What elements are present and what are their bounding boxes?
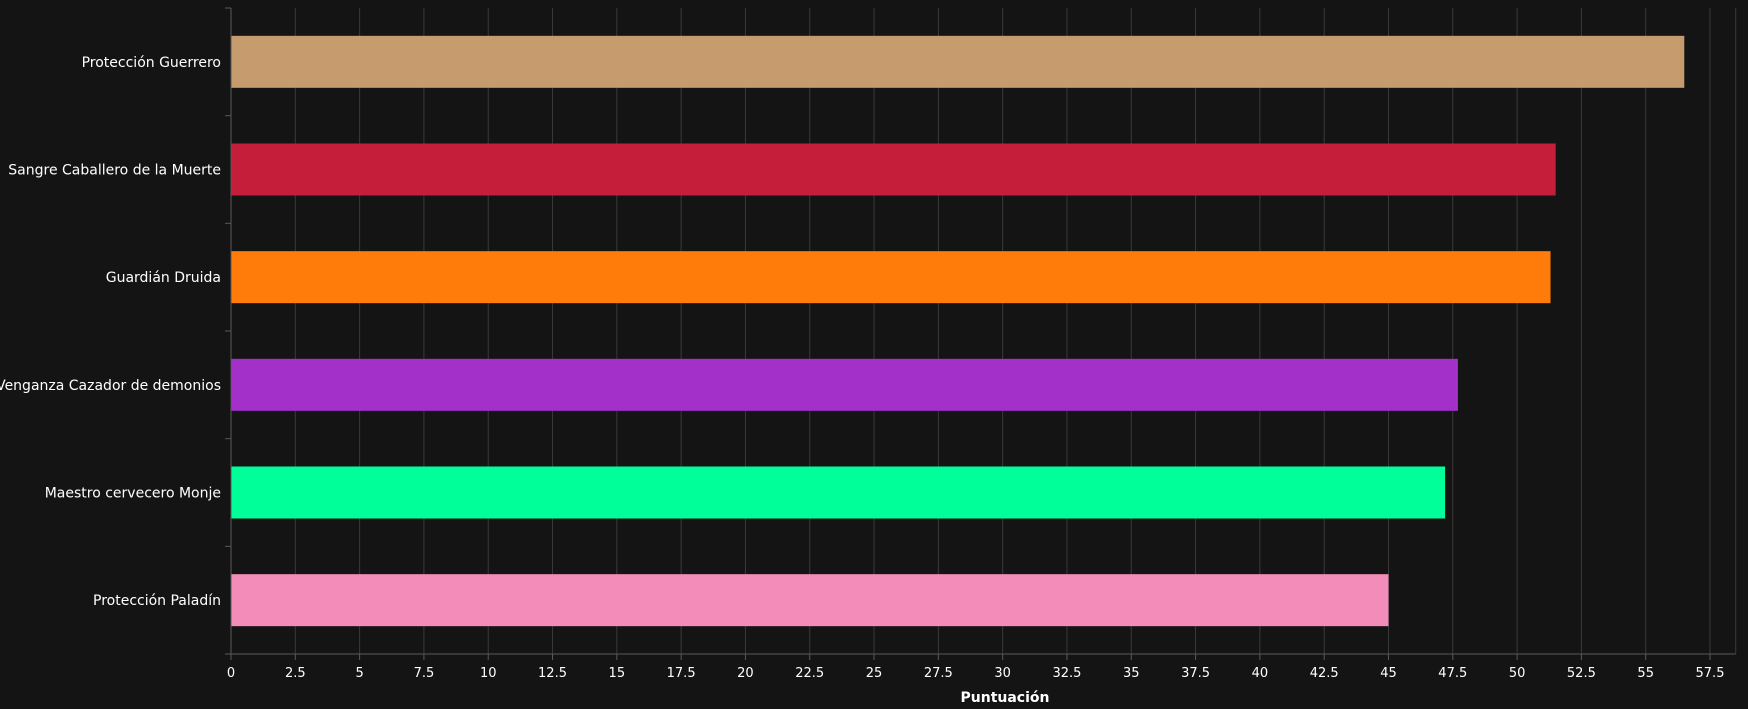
category-label: Protección Guerrero: [82, 55, 221, 71]
category-label: Maestro cervecero Monje: [45, 486, 221, 502]
x-tick-label: 35: [1123, 666, 1140, 681]
x-tick-label: 17.5: [667, 666, 696, 681]
grid-lines: [294, 8, 1737, 654]
bar[interactable]: [231, 574, 1389, 627]
x-tick-label: 0: [227, 666, 235, 681]
axes: [225, 7, 1736, 660]
category-labels: Protección Guerrero Sangre Caballero de l…: [0, 55, 221, 609]
bar-chart: Protección Guerrero Sangre Caballero de l…: [0, 7, 1737, 706]
x-tick-label: 47.5: [1438, 666, 1467, 681]
x-tick-label: 45: [1380, 666, 1397, 681]
bar[interactable]: [231, 143, 1556, 196]
chart-container: Protección Guerrero Sangre Caballero de l…: [0, 0, 1748, 709]
x-tick-label: 40: [1252, 666, 1269, 681]
category-label: Sangre Caballero de la Muerte: [8, 163, 221, 179]
x-tick-label: 27.5: [924, 666, 953, 681]
x-tick-label: 5: [355, 666, 363, 681]
x-tick-label: 2.5: [285, 666, 306, 681]
x-tick-labels: 0 2.5 5 7.5 10 12.5 15 17.5 20 22.5 25 27.5 30 32.5 35…: [227, 666, 1725, 681]
category-label: Venganza Cazador de demonios: [0, 378, 221, 394]
x-tick-label: 25: [866, 666, 883, 681]
x-tick-label: 37.5: [1181, 666, 1210, 681]
x-tick-label: 57.5: [1696, 666, 1725, 681]
x-tick-label: 55: [1637, 666, 1654, 681]
bar[interactable]: [231, 358, 1458, 411]
x-tick-label: 20: [737, 666, 754, 681]
x-tick-label: 7.5: [414, 666, 435, 681]
bars: [231, 35, 1685, 627]
x-tick-label: 52.5: [1567, 666, 1596, 681]
x-tick-label: 15: [609, 666, 626, 681]
x-tick-label: 10: [480, 666, 497, 681]
x-axis-title: Puntuación: [961, 690, 1050, 706]
bar[interactable]: [231, 466, 1446, 519]
x-tick-label: 50: [1509, 666, 1526, 681]
x-tick-label: 12.5: [538, 666, 567, 681]
x-tick-label: 32.5: [1052, 666, 1081, 681]
x-tick-label: 22.5: [795, 666, 824, 681]
bar[interactable]: [231, 251, 1551, 304]
x-tick-label: 30: [994, 666, 1011, 681]
category-label: Guardián Druida: [106, 270, 221, 286]
bar[interactable]: [231, 35, 1685, 88]
x-tick-label: 42.5: [1310, 666, 1339, 681]
category-label: Protección Paladín: [93, 593, 221, 609]
